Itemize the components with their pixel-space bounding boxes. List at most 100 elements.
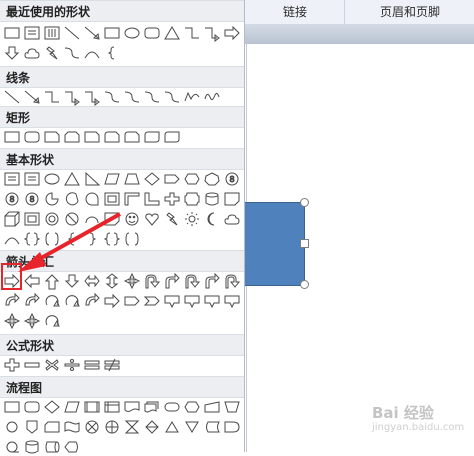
shape-circlenum-icon[interactable]: 8 <box>22 190 42 208</box>
shape-roundrect-icon[interactable] <box>142 24 162 42</box>
shape-plus-icon[interactable] <box>2 356 22 374</box>
shape-ellipse-icon[interactable] <box>42 170 62 188</box>
shape-textbox-icon[interactable] <box>22 170 42 188</box>
shape-internal-icon[interactable] <box>102 398 122 416</box>
shape-curveconn-icon[interactable] <box>62 44 82 62</box>
shape-rarrow-icon[interactable] <box>222 24 242 42</box>
shape-merge-icon[interactable] <box>182 418 202 436</box>
shape-lightning-icon[interactable] <box>162 210 182 228</box>
shape-fold-icon[interactable] <box>222 190 242 208</box>
shape-frame-icon[interactable] <box>102 190 122 208</box>
shape-heart-icon[interactable] <box>142 210 162 228</box>
shape-rtriangle-icon[interactable] <box>82 170 102 188</box>
shape-trapezoid-icon[interactable] <box>122 170 142 188</box>
shape-document-icon[interactable] <box>122 398 142 416</box>
shape-lbrace-icon[interactable] <box>102 44 122 62</box>
shape-snip-icon[interactable] <box>42 128 62 146</box>
shape-snip2-icon[interactable] <box>62 128 82 146</box>
shape-roundsnip-icon[interactable] <box>122 128 142 146</box>
shape-altprocess-icon[interactable] <box>22 398 42 416</box>
shape-chord-icon[interactable] <box>62 190 82 208</box>
shape-darrow-icon[interactable] <box>62 272 82 290</box>
shape-quad-icon[interactable] <box>2 312 22 330</box>
shape-bevel-icon[interactable] <box>22 210 42 228</box>
shape-curveconn-icon[interactable] <box>142 88 162 106</box>
tab-link[interactable]: 链接 <box>244 0 345 24</box>
shape-quad-icon[interactable] <box>22 312 42 330</box>
shape-curveconn-icon[interactable] <box>102 88 122 106</box>
shape-textbox-icon[interactable] <box>22 24 42 42</box>
shape-arc-icon[interactable] <box>82 210 102 228</box>
shape-parallelogram-icon[interactable] <box>102 170 122 188</box>
shape-divide-icon[interactable] <box>62 356 82 374</box>
shape-pie-icon[interactable] <box>42 190 62 208</box>
shape-elbow-icon[interactable] <box>42 88 62 106</box>
shape-rect-icon[interactable] <box>2 24 22 42</box>
shape-donut-icon[interactable] <box>42 210 62 228</box>
shape-sun-icon[interactable] <box>182 210 202 228</box>
shape-smiley-icon[interactable] <box>122 210 142 228</box>
shape-darrow-icon[interactable] <box>2 44 22 62</box>
shape-callout-icon[interactable] <box>182 292 202 310</box>
shape-cube-icon[interactable] <box>2 210 22 228</box>
shape-manualop-icon[interactable] <box>222 398 242 416</box>
shape-callout-icon[interactable] <box>202 292 222 310</box>
shape-elbowarr-icon[interactable] <box>62 88 82 106</box>
shape-circlenum-icon[interactable]: 8 <box>222 170 242 188</box>
shape-roundsnip-icon[interactable] <box>102 128 122 146</box>
shape-chevron-icon[interactable] <box>142 292 162 310</box>
shape-mult-icon[interactable] <box>42 356 62 374</box>
shape-curveconn-icon[interactable] <box>122 88 142 106</box>
shape-tape-icon[interactable] <box>62 418 82 436</box>
shape-terminator-icon[interactable] <box>162 398 182 416</box>
shape-rarrow-icon[interactable] <box>102 292 122 310</box>
shape-triangle-icon[interactable] <box>162 24 182 42</box>
shape-triangle-icon[interactable] <box>62 170 82 188</box>
shape-multidoc-icon[interactable] <box>142 398 162 416</box>
shape-line-icon[interactable] <box>62 24 82 42</box>
shape-snip-icon[interactable] <box>82 128 102 146</box>
shape-freeform-icon[interactable] <box>182 88 202 106</box>
shape-equal-icon[interactable] <box>82 356 102 374</box>
shape-can-icon[interactable] <box>202 190 222 208</box>
shape-bentarr-icon[interactable] <box>162 272 182 290</box>
shape-bracket-icon[interactable] <box>22 230 42 248</box>
shape-lrarrow-icon[interactable] <box>82 272 102 290</box>
shape-scribble-icon[interactable] <box>202 88 222 106</box>
shape-textbox-icon[interactable] <box>2 170 22 188</box>
shape-udarrow-icon[interactable] <box>102 272 122 290</box>
shape-vtext-icon[interactable] <box>42 24 62 42</box>
shape-rect2round-icon[interactable] <box>162 128 182 146</box>
resize-handle-bottom-right[interactable] <box>300 280 309 289</box>
shape-curveconn-icon[interactable] <box>162 88 182 106</box>
shape-minus-icon[interactable] <box>22 356 42 374</box>
shape-uturn-icon[interactable] <box>222 272 242 290</box>
shape-callout-icon[interactable] <box>222 292 242 310</box>
shape-uturn-icon[interactable] <box>182 272 202 290</box>
shape-uturn-icon[interactable] <box>142 272 162 290</box>
shape-brackets-icon[interactable] <box>42 230 62 248</box>
shape-curved-icon[interactable] <box>2 292 22 310</box>
shape-teardrop-icon[interactable] <box>82 190 102 208</box>
resize-handle-top-right[interactable] <box>300 198 309 207</box>
shape-noentry-icon[interactable] <box>62 210 82 228</box>
shape-predefined-icon[interactable] <box>82 398 102 416</box>
shape-pentagon-icon[interactable] <box>122 292 142 310</box>
shape-brackets-icon[interactable] <box>122 230 142 248</box>
shape-data-icon[interactable] <box>62 398 82 416</box>
shape-arcline-icon[interactable] <box>2 230 22 248</box>
shape-extract-icon[interactable] <box>162 418 182 436</box>
shape-rbrace-icon[interactable] <box>82 230 102 248</box>
shape-fold-icon[interactable] <box>102 210 122 228</box>
shape-display-icon[interactable] <box>62 438 82 456</box>
shape-larrow-icon[interactable] <box>22 272 42 290</box>
shape-preparation-icon[interactable] <box>182 398 202 416</box>
shape-lbrace-icon[interactable] <box>62 230 82 248</box>
shape-elbowarr-icon[interactable] <box>82 88 102 106</box>
shape-stored-icon[interactable] <box>202 418 222 436</box>
shape-cloud-icon[interactable] <box>222 210 242 228</box>
shape-plus-icon[interactable] <box>162 190 182 208</box>
shape-rect-icon[interactable] <box>102 24 122 42</box>
shape-process-icon[interactable] <box>2 398 22 416</box>
shape-lightning-icon[interactable] <box>42 44 62 62</box>
